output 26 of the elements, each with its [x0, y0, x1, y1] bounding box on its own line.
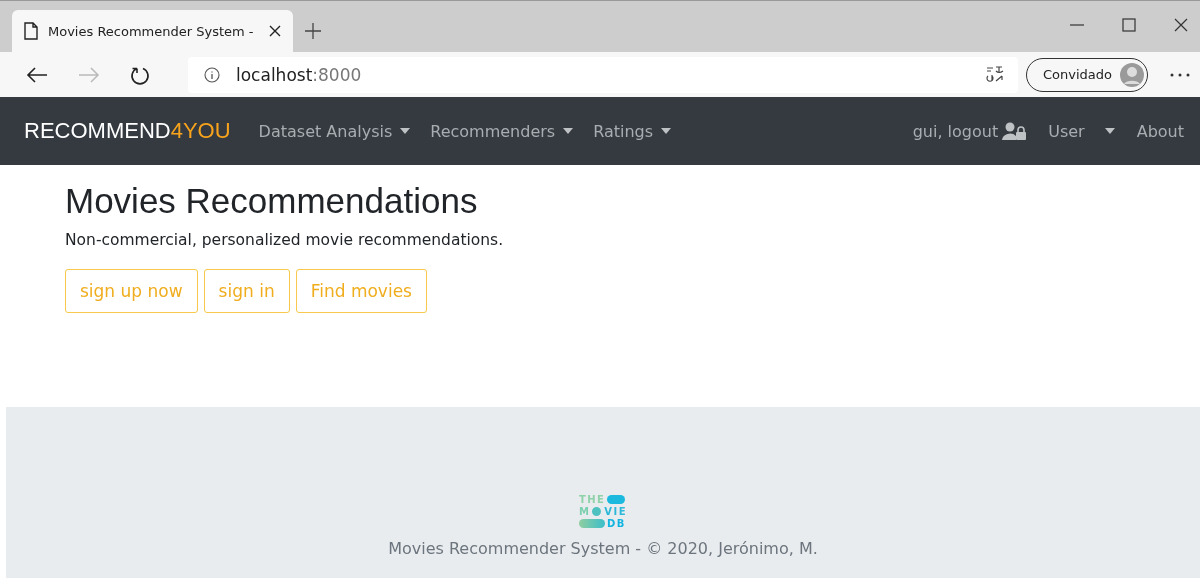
url-text: localhost:8000 [236, 64, 362, 85]
nav-menu-item[interactable]: User [1048, 121, 1115, 141]
tmdb-logo: THE M VIE DB [578, 494, 628, 529]
footer-text: Movies Recommender System - © 2020, Jerónimo, M. [388, 539, 818, 558]
lead-text: Non-commercial, personalized movie recommendations. [65, 231, 505, 249]
caret-icon [1104, 128, 1115, 134]
page-icon [24, 22, 38, 40]
user-lock-icon [1002, 122, 1027, 140]
logout-link[interactable]: gui, logout [912, 121, 1027, 141]
avatar-icon [1120, 62, 1144, 87]
nav-menu-item[interactable]: Dataset Analysis [258, 121, 411, 141]
more-icon[interactable] [1170, 72, 1190, 77]
nav-menu-item[interactable]: Recommenders [430, 121, 574, 141]
nav-link[interactable]: About [1136, 121, 1184, 141]
close-icon[interactable] [1174, 17, 1188, 32]
tab-title: Movies Recommender System - [48, 23, 255, 39]
brand-logo[interactable]: RECOMMEND4YOU [24, 118, 231, 144]
info-icon [204, 66, 220, 83]
page-title: Movies Recommendations [65, 181, 479, 221]
close-icon[interactable] [269, 25, 281, 37]
browser-tab[interactable]: Movies Recommender System - [12, 10, 293, 52]
back-icon[interactable] [26, 65, 48, 84]
address-field[interactable]: localhost:8000 [188, 56, 1018, 93]
maximize-icon[interactable] [1122, 17, 1136, 32]
new-tab-icon[interactable] [305, 23, 321, 39]
nav-menu-item[interactable]: Ratings [593, 121, 672, 141]
